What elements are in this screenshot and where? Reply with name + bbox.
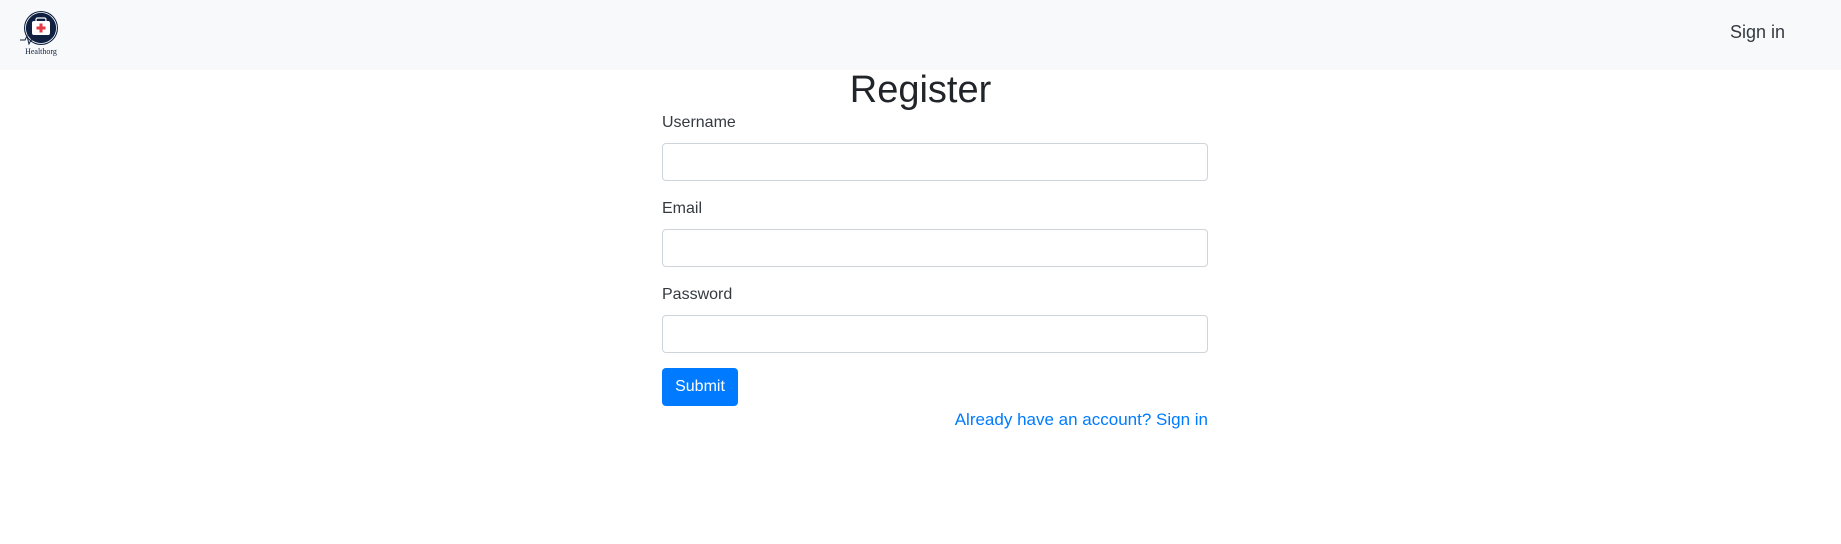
- logo-text: Healthorg: [25, 47, 57, 56]
- email-label: Email: [662, 200, 703, 217]
- navbar: Healthorg Sign in: [0, 0, 1841, 70]
- password-label: Password: [662, 286, 733, 303]
- username-label: Username: [662, 114, 736, 131]
- email-input[interactable]: [662, 229, 1208, 267]
- page-title: Register: [849, 69, 992, 111]
- nav-signin-link[interactable]: Sign in: [1730, 22, 1785, 43]
- brand-logo[interactable]: Healthorg: [18, 8, 66, 56]
- signin-link[interactable]: Already have an account? Sign in: [955, 410, 1208, 430]
- password-input[interactable]: [662, 315, 1208, 353]
- medical-kit-logo-icon: Healthorg: [20, 11, 58, 56]
- submit-button[interactable]: Submit: [662, 368, 738, 406]
- username-input[interactable]: [662, 143, 1208, 181]
